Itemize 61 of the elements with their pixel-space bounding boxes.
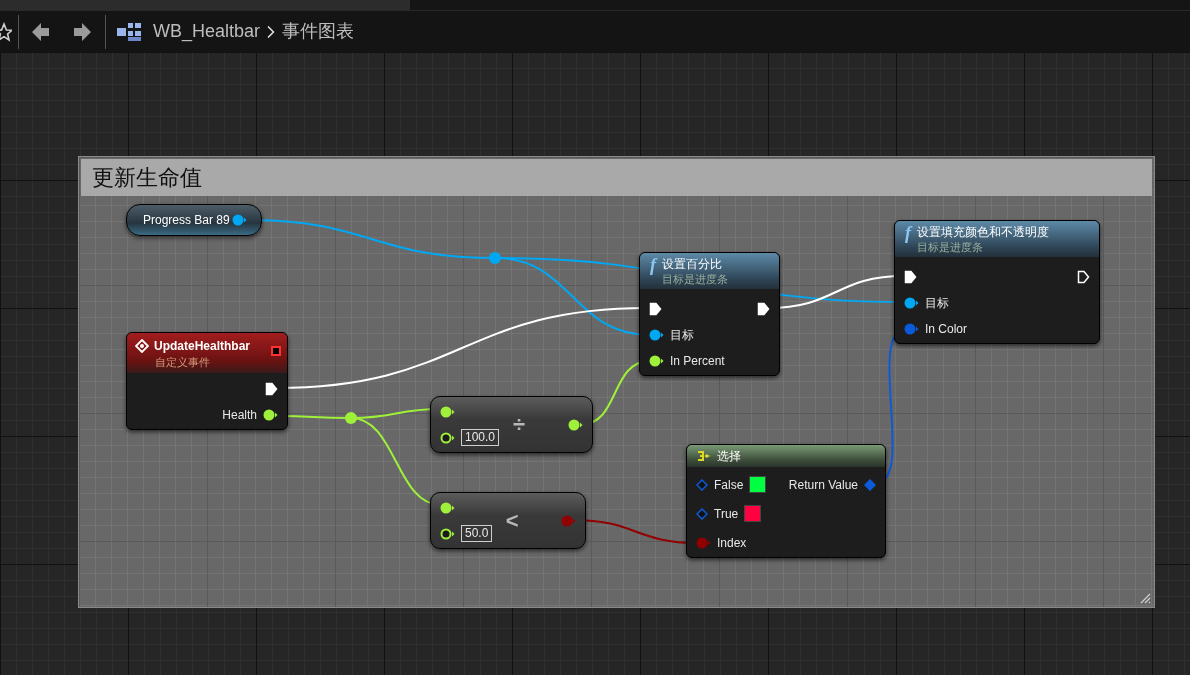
data-pin-icon[interactable] [263, 409, 278, 421]
node-subtitle: 目标是进度条 [662, 272, 728, 286]
default-value-field[interactable]: 50.0 [461, 525, 493, 542]
function-node[interactable]: f 设置百分比 目标是进度条 目标 In Percent [639, 252, 780, 376]
comment-title: 更新生命值 [92, 164, 202, 192]
delegate-pin-icon[interactable] [271, 346, 281, 356]
forward-arrow-icon[interactable] [72, 20, 92, 43]
star-icon[interactable] [0, 21, 12, 42]
data-pin-icon[interactable] [649, 329, 664, 341]
operator-node[interactable]: 100.0 ÷ [430, 396, 593, 453]
exec-pin-icon[interactable] [1077, 270, 1090, 284]
node-subtitle: 目标是进度条 [917, 240, 984, 254]
pin-label: 目标 [670, 327, 694, 344]
node-title: Progress Bar 89 [143, 212, 230, 229]
event-node[interactable]: UpdateHealthbar 自定义事件 Health [126, 332, 288, 430]
pin-label: True [714, 505, 739, 523]
default-value-field[interactable]: 100.0 [461, 429, 500, 446]
graph-canvas[interactable]: 更新生命值 Progress Bar 89 UpdateHealthbar 自定义事件 Health f 设置百分比 目标是进度条 目标 In Percent f 设置填充颜色和不透明度 目标是进度条 目标 In Color 100.0 ÷ 50.0 < 选择 False Return Value True Index [0, 52, 1190, 675]
pin-label: Health [222, 407, 257, 424]
reroute-knot[interactable] [345, 412, 357, 424]
exec-pin-icon[interactable] [649, 302, 662, 316]
function-icon: f [650, 255, 656, 289]
exec-pin-icon[interactable] [904, 270, 917, 284]
breadcrumb-item[interactable]: 事件图表 [282, 18, 355, 45]
pin-label: False [714, 476, 744, 494]
node-title: 选择 [717, 448, 741, 465]
color-swatch[interactable] [744, 505, 762, 522]
color-swatch[interactable] [749, 476, 767, 493]
diamond-pin-icon[interactable] [696, 507, 708, 520]
function-icon: f [905, 223, 911, 257]
select-node[interactable]: 选择 False Return Value True Index [686, 444, 886, 558]
pin-label: Index [717, 534, 747, 552]
node-title: 设置填充颜色和不透明度 [917, 224, 1049, 240]
data-pin-icon[interactable] [649, 355, 664, 367]
node-title: 设置百分比 [662, 256, 723, 272]
operator-symbol: < [505, 509, 519, 532]
variable-node[interactable]: Progress Bar 89 [126, 204, 262, 236]
pin-label: In Percent [670, 353, 725, 370]
operator-symbol: ÷ [512, 413, 526, 436]
exec-pin-icon[interactable] [757, 302, 770, 316]
exec-pin-icon[interactable] [265, 382, 278, 396]
data-pin-icon[interactable] [440, 431, 455, 444]
breadcrumb-item[interactable]: WB_Healtbar [153, 18, 261, 45]
node-subtitle: 自定义事件 [154, 355, 211, 369]
data-pin-icon[interactable] [440, 527, 455, 540]
node-title: UpdateHealthbar [154, 338, 251, 355]
pin-label: Return Value [788, 476, 858, 494]
data-pin-icon[interactable] [904, 297, 919, 309]
diamond-pin-icon[interactable] [864, 478, 876, 491]
diamond-pin-icon[interactable] [696, 478, 708, 491]
pin-label: 目标 [925, 295, 949, 312]
data-pin-icon[interactable] [568, 418, 583, 431]
comment-header[interactable]: 更新生命值 [81, 159, 1152, 196]
operator-node[interactable]: 50.0 < [430, 492, 586, 549]
function-node[interactable]: f 设置填充颜色和不透明度 目标是进度条 目标 In Color [894, 220, 1100, 344]
resize-grip-icon[interactable] [1139, 592, 1151, 604]
pin-label: In Color [925, 321, 968, 338]
blueprint-icon [117, 22, 141, 41]
data-pin-icon[interactable] [440, 501, 455, 514]
diamond-icon [135, 339, 149, 353]
data-pin-icon[interactable] [440, 405, 455, 418]
